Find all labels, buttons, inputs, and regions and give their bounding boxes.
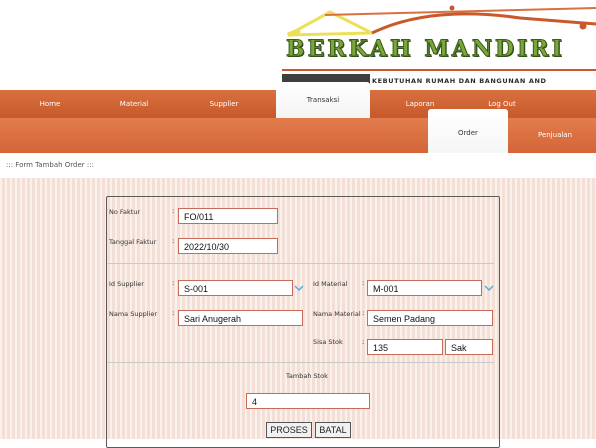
subnav-order[interactable]: Order — [428, 109, 508, 153]
colon: : — [172, 279, 175, 287]
nama-supplier-label: Nama Supplier — [109, 310, 158, 318]
nama-material-label: Nama Material — [313, 310, 361, 318]
tanggal-faktur-field[interactable]: 2022/10/30 — [178, 238, 278, 254]
subnav-penjualan[interactable]: Penjualan — [520, 118, 590, 153]
header: BERKAH MANDIRI KEBUTUHAN RUMAH DAN BANGU… — [0, 0, 596, 90]
colon: : — [172, 237, 175, 245]
batal-button[interactable]: BATAL — [315, 422, 351, 438]
colon: : — [362, 309, 365, 317]
chevron-down-icon[interactable] — [294, 284, 304, 292]
nama-supplier-field[interactable]: Sari Anugerah — [178, 310, 303, 326]
id-supplier-select[interactable]: S-001 — [178, 280, 293, 296]
sisa-stok-unit-field[interactable]: Sak — [445, 339, 493, 355]
colon: : — [362, 338, 365, 346]
sub-nav: Order Penjualan — [0, 109, 596, 153]
nav-supplier[interactable]: Supplier — [194, 90, 254, 118]
brand-title: BERKAH MANDIRI — [286, 36, 565, 63]
divider — [108, 362, 494, 363]
colon: : — [362, 279, 365, 287]
divider — [108, 263, 494, 264]
tambah-stok-field[interactable]: 4 — [246, 393, 370, 409]
tanggal-faktur-label: Tanggal Faktur — [109, 238, 157, 246]
nama-material-field[interactable]: Semen Padang — [367, 310, 493, 326]
colon: : — [172, 207, 175, 215]
proses-button[interactable]: PROSES — [266, 422, 312, 438]
nav-transaksi[interactable]: Transaksi — [276, 82, 370, 118]
sisa-stok-label: Sisa Stok — [313, 338, 343, 346]
breadcrumb: ::: Form Tambah Order ::: — [6, 161, 94, 169]
nav-home[interactable]: Home — [20, 90, 80, 118]
id-material-label: Id Material — [313, 280, 348, 288]
nav-material[interactable]: Material — [104, 90, 164, 118]
brand-subtitle: KEBUTUHAN RUMAH DAN BANGUNAN AND — [372, 77, 547, 85]
no-faktur-label: No Faktur — [109, 208, 141, 216]
colon: : — [172, 309, 175, 317]
tambah-stok-label: Tambah Stok — [286, 372, 328, 380]
sisa-stok-field[interactable]: 135 — [367, 339, 443, 355]
id-supplier-label: Id Supplier — [109, 280, 144, 288]
no-faktur-field[interactable]: FO/011 — [178, 208, 278, 224]
id-material-select[interactable]: M-001 — [367, 280, 482, 296]
chevron-down-icon[interactable] — [484, 284, 494, 292]
